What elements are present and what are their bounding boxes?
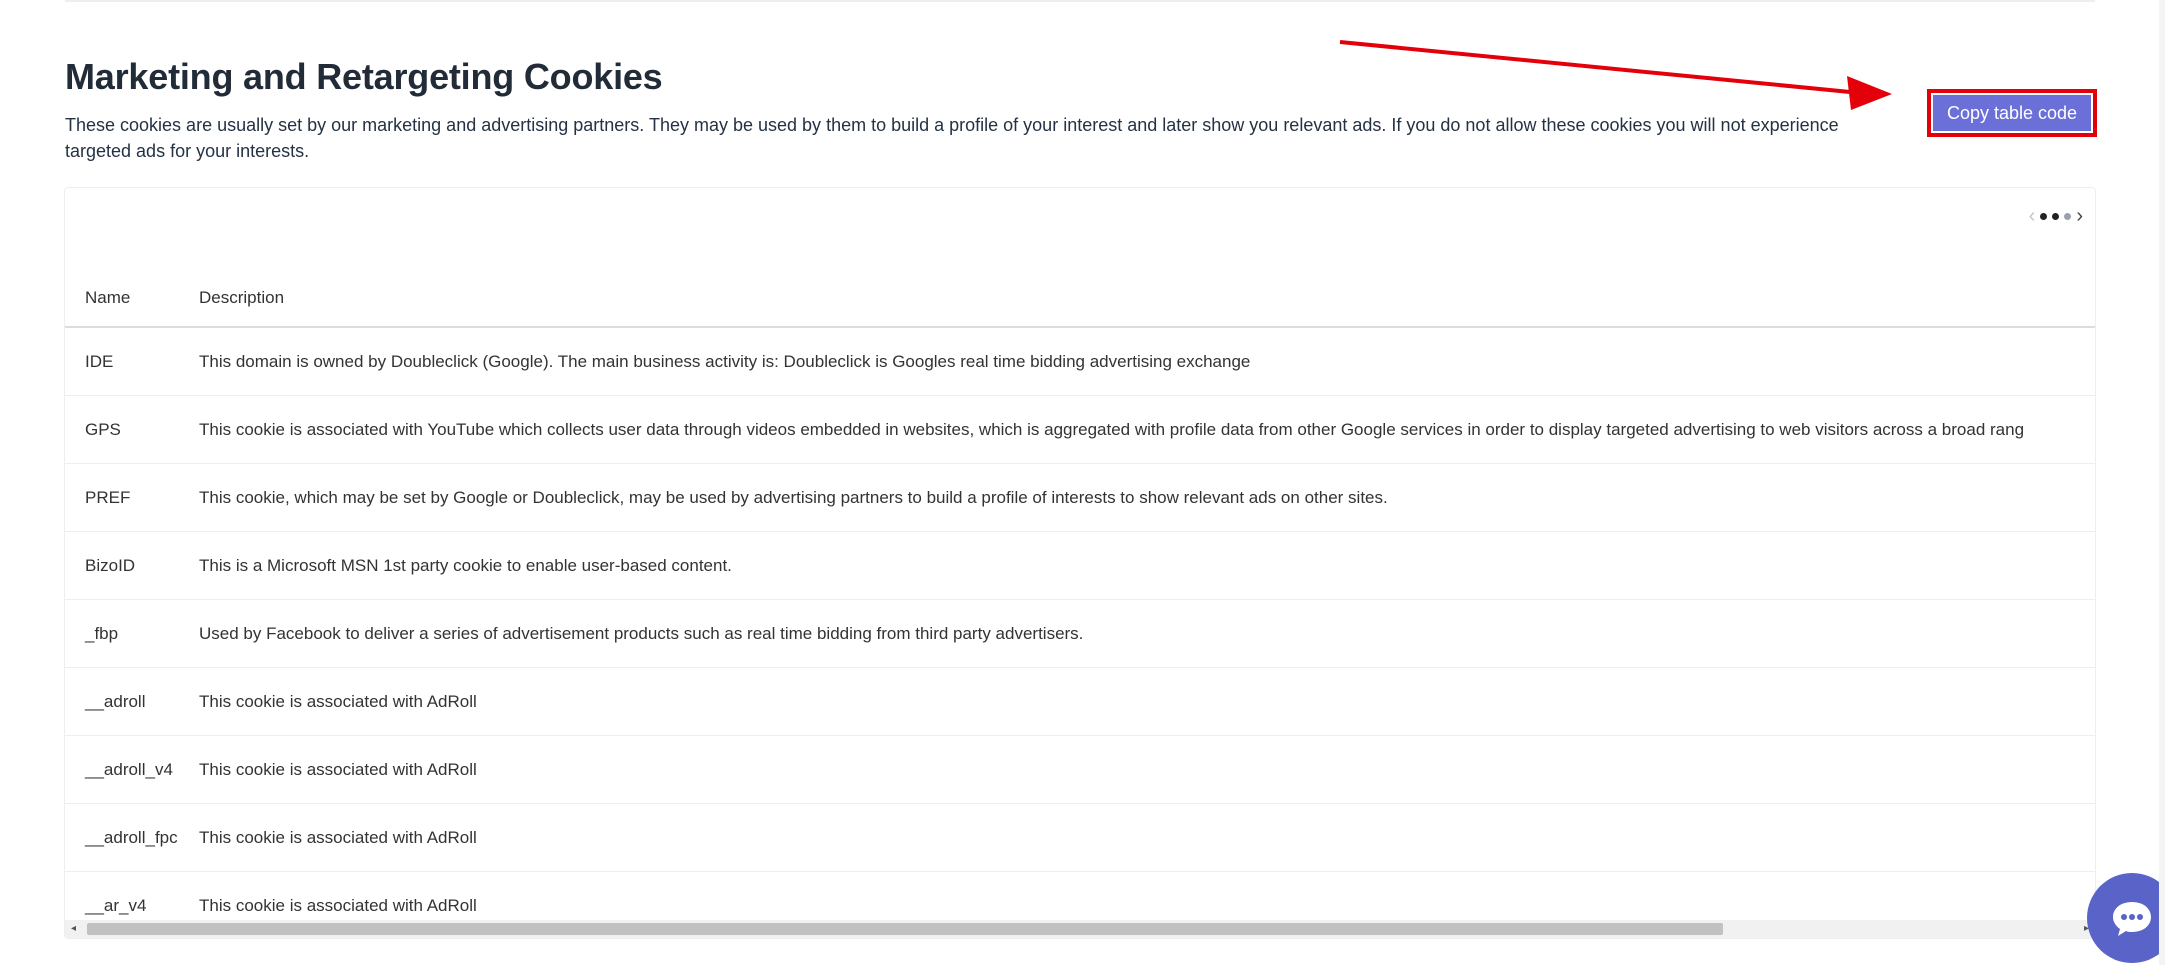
cookie-name: __adroll: [65, 667, 198, 736]
section-title: Marketing and Retargeting Cookies: [65, 56, 663, 97]
section-description: These cookies are usually set by our mar…: [65, 115, 1839, 161]
table-row: __adroll_fpc This cookie is associated w…: [65, 803, 2095, 872]
cookie-name: BizoID: [65, 531, 198, 600]
horizontal-scrollbar[interactable]: ◂ ▸: [65, 920, 2095, 938]
table-row: GPS This cookie is associated with YouTu…: [65, 395, 2095, 464]
cookie-description: This cookie is associated with AdRoll: [198, 735, 2095, 804]
pager-dot[interactable]: [2040, 212, 2048, 220]
cookie-description: This is a Microsoft MSN 1st party cookie…: [198, 531, 2095, 600]
scrollbar-thumb[interactable]: [87, 923, 1723, 935]
page-scrollbar[interactable]: [2159, 0, 2165, 965]
pager-dot[interactable]: [2064, 212, 2072, 220]
cookie-description: Used by Facebook to deliver a series of …: [198, 599, 2095, 668]
chevron-left-icon[interactable]: ‹: [2029, 206, 2036, 226]
cookie-description: This cookie is associated with AdRoll: [198, 803, 2095, 872]
column-header-description: Description: [198, 270, 2095, 328]
table-row: _fbp Used by Facebook to deliver a serie…: [65, 599, 2095, 668]
cookie-description: This cookie, which may be set by Google …: [198, 463, 2095, 532]
table-pager: ‹ ›: [2029, 206, 2083, 226]
table-row: __adroll_v4 This cookie is associated wi…: [65, 735, 2095, 804]
cookie-table: Name Description IDE This domain is owne…: [65, 270, 2095, 938]
table-header-row: Name Description: [65, 270, 2095, 328]
chat-bubble-icon: [2113, 902, 2151, 936]
copy-button-highlight: Copy table code: [1927, 89, 2097, 137]
pager-dot[interactable]: [2052, 212, 2060, 220]
cookie-table-card: ‹ › Name Description IDE This domain is …: [64, 187, 2096, 939]
cookie-name: _fbp: [65, 599, 198, 668]
cookie-name: __adroll_v4: [65, 735, 198, 804]
cookie-name: PREF: [65, 463, 198, 532]
cookie-name: GPS: [65, 395, 198, 464]
column-header-name: Name: [65, 270, 198, 328]
table-row: PREF This cookie, which may be set by Go…: [65, 463, 2095, 532]
red-arrow-annotation: [1339, 40, 1892, 110]
cookie-name: IDE: [65, 327, 198, 396]
copy-table-code-button[interactable]: Copy table code: [1933, 95, 2091, 131]
table-row: BizoID This is a Microsoft MSN 1st party…: [65, 531, 2095, 600]
cookie-description: This domain is owned by Doubleclick (Goo…: [198, 327, 2095, 396]
table-row: IDE This domain is owned by Doubleclick …: [65, 327, 2095, 396]
chevron-right-icon[interactable]: ›: [2076, 206, 2083, 226]
top-divider: [65, 0, 2095, 2]
scroll-left-arrow-icon[interactable]: ◂: [71, 923, 76, 935]
cookie-name: __adroll_fpc: [65, 803, 198, 872]
cookie-description: This cookie is associated with YouTube w…: [198, 395, 2095, 464]
chat-button[interactable]: [2087, 873, 2165, 963]
table-row: __adroll This cookie is associated with …: [65, 667, 2095, 736]
cookie-description: This cookie is associated with AdRoll: [198, 667, 2095, 736]
